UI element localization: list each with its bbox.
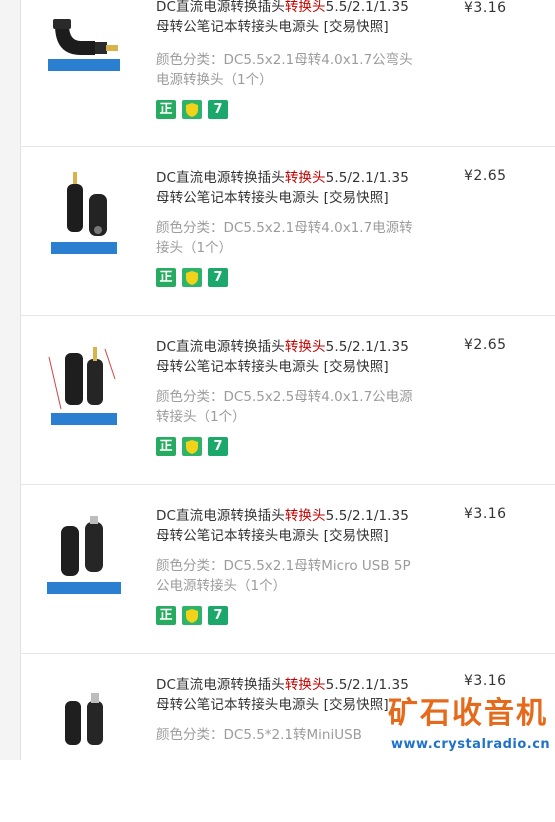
product-thumbnail[interactable]: [43, 339, 125, 431]
list-item: DC直流电源转换插头转换头5.5/2.1/1.35 母转公笔记本转接头电源头 […: [21, 146, 555, 316]
adapter-with-dimensions-image: [43, 339, 125, 431]
item-sku: 颜色分类：DC5.5x2.1母转4.0x1.7公弯头 电源转换头（1个）: [156, 52, 413, 88]
list-item: DC直流电源转换插头转换头5.5/2.1/1.35 母转公笔记本转接头电源头 […: [21, 0, 555, 147]
shield-badge-icon[interactable]: [182, 606, 202, 625]
genuine-badge-icon[interactable]: 正: [156, 268, 176, 287]
genuine-badge-icon[interactable]: 正: [156, 100, 176, 119]
product-thumbnail[interactable]: [43, 168, 125, 260]
item-price: ¥3.16: [464, 673, 507, 689]
item-title[interactable]: DC直流电源转换插头转换头5.5/2.1/1.35 母转公笔记本转接头电源头 […: [156, 337, 436, 377]
list-item: DC直流电源转换插头转换头5.5/2.1/1.35 母转公笔记本转接头电源头 […: [21, 315, 555, 485]
item-price: ¥3.16: [464, 0, 507, 16]
item-price: ¥2.65: [464, 168, 507, 184]
item-title[interactable]: DC直流电源转换插头转换头5.5/2.1/1.35 母转公笔记本转接头电源头 […: [156, 168, 436, 208]
service-badges: 正7: [156, 100, 234, 120]
service-badges: 正7: [156, 268, 234, 288]
seven-day-return-icon[interactable]: 7: [208, 100, 228, 119]
mini-usb-adapter-image: [43, 687, 125, 779]
seven-day-return-icon[interactable]: 7: [208, 268, 228, 287]
product-thumbnail[interactable]: [43, 0, 125, 89]
product-thumbnail[interactable]: [43, 506, 125, 598]
genuine-badge-icon[interactable]: 正: [156, 437, 176, 456]
seven-day-return-icon[interactable]: 7: [208, 606, 228, 625]
seven-day-return-icon[interactable]: 7: [208, 437, 228, 456]
shield-badge-icon[interactable]: [182, 100, 202, 119]
item-title[interactable]: DC直流电源转换插头转换头5.5/2.1/1.35 母转公笔记本转接头电源头 […: [156, 506, 436, 546]
elbow-adapter-image: [43, 0, 125, 89]
item-sku: 颜色分类：DC5.5x2.1母转Micro USB 5P 公电源转接头（1个）: [156, 558, 411, 594]
genuine-badge-icon[interactable]: 正: [156, 606, 176, 625]
shield-badge-icon[interactable]: [182, 437, 202, 456]
left-sidebar-strip: [0, 0, 21, 760]
service-badges: 正7: [156, 606, 234, 626]
list-item: DC直流电源转换插头转换头5.5/2.1/1.35 母转公笔记本转接头电源头 […: [21, 484, 555, 654]
item-sku: 颜色分类：DC5.5x2.5母转4.0x1.7公电源 转接头（1个）: [156, 389, 413, 425]
micro-usb-adapter-image: [43, 506, 125, 598]
item-sku: 颜色分类：DC5.5x2.1母转4.0x1.7电源转 接头（1个）: [156, 220, 413, 256]
item-price: ¥2.65: [464, 337, 507, 353]
watermark-url: www.crystalradio.cn: [391, 737, 551, 752]
item-title[interactable]: DC直流电源转换插头转换头5.5/2.1/1.35 母转公笔记本转接头电源头 […: [156, 0, 436, 37]
shield-badge-icon[interactable]: [182, 268, 202, 287]
straight-adapter-image: [43, 168, 125, 260]
product-thumbnail[interactable]: [43, 687, 125, 779]
service-badges: 正7: [156, 437, 234, 457]
item-price: ¥3.16: [464, 506, 507, 522]
watermark-logo: 矿石收音机: [388, 696, 548, 731]
